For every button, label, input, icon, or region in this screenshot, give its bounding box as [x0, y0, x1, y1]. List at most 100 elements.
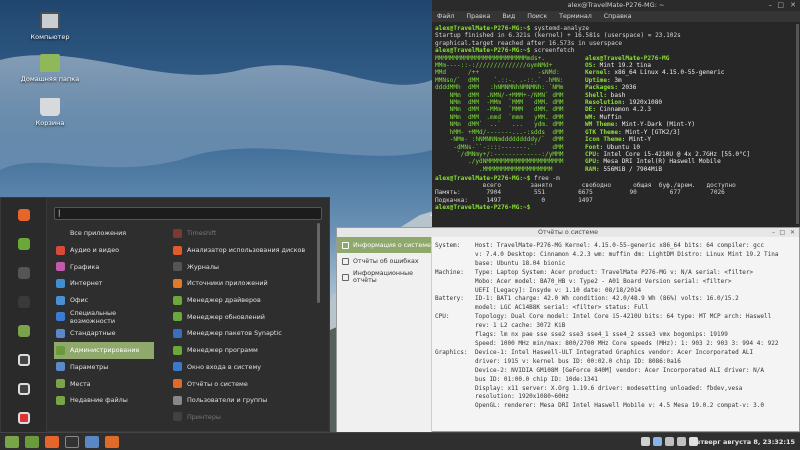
files-icon[interactable] — [85, 436, 99, 448]
free-memory-row: Память: 7904 551 6675 90 677 7026 — [435, 189, 725, 197]
screenfetch-info-row: GPU: Mesa DRI Intel(R) Haswell Mobile — [585, 158, 721, 166]
terminal-titlebar[interactable]: alex@TravelMate-P276-MG: ~ – □ ✕ — [432, 0, 800, 11]
home-folder-icon — [40, 54, 60, 72]
minimize-icon[interactable]: – — [769, 0, 773, 11]
system-reports-window[interactable]: Отчёты о системе – □ ✕ Информация о сист… — [336, 227, 800, 433]
menu-category[interactable]: Администрирование — [54, 341, 154, 359]
menu-help[interactable]: Справка — [604, 13, 632, 20]
menu-edit[interactable]: Правка — [466, 13, 490, 20]
disk-usage-icon — [173, 245, 182, 255]
terminal-output[interactable]: alex@TravelMate-P276-MG:~$ systemd-analy… — [432, 22, 800, 227]
menu-app[interactable]: Источники приложений — [171, 275, 313, 292]
menu-app-label: Журналы — [187, 262, 219, 271]
system-info-row: resolution: 1920x1080~60Hz — [475, 393, 569, 401]
menu-category[interactable]: Недавние файлы — [54, 392, 154, 409]
menu-category-label: Места — [70, 379, 91, 388]
menu-app[interactable]: Пользователи и группы — [171, 392, 313, 409]
report-titlebar[interactable]: Отчёты о системе – □ ✕ — [337, 228, 799, 237]
show-desktop-icon[interactable] — [25, 436, 39, 448]
menu-category-label: Графика — [70, 262, 100, 271]
favorites-bar — [1, 198, 47, 433]
close-icon[interactable]: ✕ — [790, 228, 795, 237]
desktop-icon-computer[interactable]: Компьютер — [20, 12, 80, 41]
menu-search[interactable]: Поиск — [527, 13, 547, 20]
menu-app[interactable]: Менеджер пакетов Synaptic — [171, 325, 313, 342]
desktop-icon-home[interactable]: Домашняя папка — [20, 54, 80, 83]
terminal-window[interactable]: alex@TravelMate-P276-MG: ~ – □ ✕ Файл Пр… — [432, 0, 800, 227]
favorite-files[interactable] — [11, 320, 37, 342]
menu-app[interactable]: Принтеры — [171, 409, 313, 426]
ascii-art-line: ddddMMh dMM :hNMNMNhNMNMNh: `NMm — [435, 84, 564, 92]
menu-category-label: Специальные возможности — [70, 308, 116, 325]
favorite-software-manager[interactable] — [11, 233, 37, 255]
favorite-logout[interactable] — [11, 378, 37, 400]
system-info-row: Battery: ID-1: BAT1 charge: 42.0 Wh condi… — [435, 295, 739, 303]
terminal-menubar: Файл Правка Вид Поиск Терминал Справка — [432, 11, 800, 22]
screenfetch-info-row: WM: Muffin — [585, 113, 622, 121]
maximize-icon[interactable]: □ — [777, 0, 784, 11]
favorite-lock[interactable] — [11, 349, 37, 371]
all-apps-icon — [56, 228, 65, 238]
favorite-firefox[interactable] — [11, 204, 37, 226]
menu-category[interactable]: Стандартные — [54, 325, 154, 342]
report-sidebar-item[interactable]: Информация о системе — [337, 237, 431, 253]
menu-category[interactable]: Интернет — [54, 275, 154, 292]
report-sidebar-item[interactable]: Отчёты об ошибках — [337, 253, 431, 269]
system-info-row: v: 7.4.0 Desktop: Cinnamon 4.2.3 wm: muf… — [475, 250, 779, 258]
menu-app[interactable]: Менеджер обновлений — [171, 308, 313, 325]
favorite-settings[interactable] — [11, 262, 37, 284]
menu-terminal[interactable]: Терминал — [559, 13, 592, 20]
bluetooth-icon[interactable] — [653, 437, 662, 446]
menu-app[interactable]: Timeshift — [171, 225, 313, 242]
system-info-row: Display: x11 server: X.Org 1.19.6 driver… — [475, 384, 743, 392]
network-icon[interactable] — [665, 437, 674, 446]
ascii-art-line: hMM- +MMd/-------...-:sdds dMM — [435, 128, 564, 136]
report-sidebar-item[interactable]: Информационные отчёты — [337, 269, 431, 285]
system-reports-icon[interactable] — [105, 436, 119, 448]
menu-icon[interactable] — [5, 436, 19, 448]
bottom-panel: Четверг августа 8, 23:32:15 — [0, 432, 800, 450]
menu-app[interactable]: Окно входа в систему — [171, 359, 313, 376]
free-swap-row: Подкачка: 1497 0 1497 — [435, 196, 593, 204]
menu-app-label: Анализатор использования дисков — [187, 246, 306, 255]
menu-category[interactable]: Специальные возможности — [54, 308, 154, 325]
window-title: alex@TravelMate-P276-MG: ~ — [567, 1, 665, 9]
close-icon[interactable]: ✕ — [790, 0, 796, 11]
shield-icon[interactable] — [641, 437, 650, 446]
maximize-icon[interactable]: □ — [779, 228, 785, 237]
menu-category[interactable]: Аудио и видео — [54, 242, 154, 259]
menu-file[interactable]: Файл — [437, 13, 454, 20]
app-list: Timeshift Анализатор использования дисков… — [171, 225, 313, 425]
menu-category[interactable]: Офис — [54, 292, 154, 309]
menu-category[interactable]: Графика — [54, 258, 154, 275]
panel-clock[interactable]: Четверг августа 8, 23:32:15 — [691, 433, 795, 450]
minimize-icon[interactable]: – — [772, 228, 775, 237]
menu-category[interactable]: Места — [54, 375, 154, 392]
firefox-icon[interactable] — [45, 436, 59, 448]
favorite-terminal[interactable] — [11, 291, 37, 313]
menu-app[interactable]: Менеджер драйверов — [171, 292, 313, 309]
menu-category-label: Администрирование — [70, 346, 140, 355]
menu-search-input[interactable]: | — [54, 207, 322, 220]
application-menu[interactable]: | Все приложения Аудио и видео Графика Инте… — [0, 197, 330, 433]
menu-app[interactable]: Менеджер программ — [171, 342, 313, 359]
system-info-row: Speed: 1000 MHz min/max: 800/2700 MHz Co… — [475, 339, 779, 347]
report-sidebar-label: Информационные отчёты — [353, 270, 413, 284]
system-info-row: Device-2: NVIDIA GM108M [GeForce 840M] v… — [475, 366, 764, 374]
computer-icon — [40, 12, 60, 30]
terminal-scrollbar[interactable] — [796, 24, 799, 224]
volume-icon[interactable] — [677, 437, 686, 446]
favorite-shutdown[interactable] — [11, 407, 37, 429]
menu-view[interactable]: Вид — [502, 13, 515, 20]
menu-app[interactable]: Журналы — [171, 258, 313, 275]
terminal-icon[interactable] — [65, 436, 79, 448]
menu-category-label: Аудио и видео — [70, 246, 120, 255]
software-sources-icon — [173, 278, 182, 288]
app-list-scrollbar[interactable] — [317, 223, 320, 303]
menu-category[interactable]: Все приложения — [54, 225, 154, 242]
menu-category-label: Интернет — [70, 279, 103, 288]
menu-app[interactable]: Отчёты о системе — [171, 375, 313, 392]
menu-category[interactable]: Параметры — [54, 359, 154, 376]
desktop-icon-trash[interactable]: Корзина — [20, 98, 80, 127]
menu-app[interactable]: Анализатор использования дисков — [171, 242, 313, 259]
